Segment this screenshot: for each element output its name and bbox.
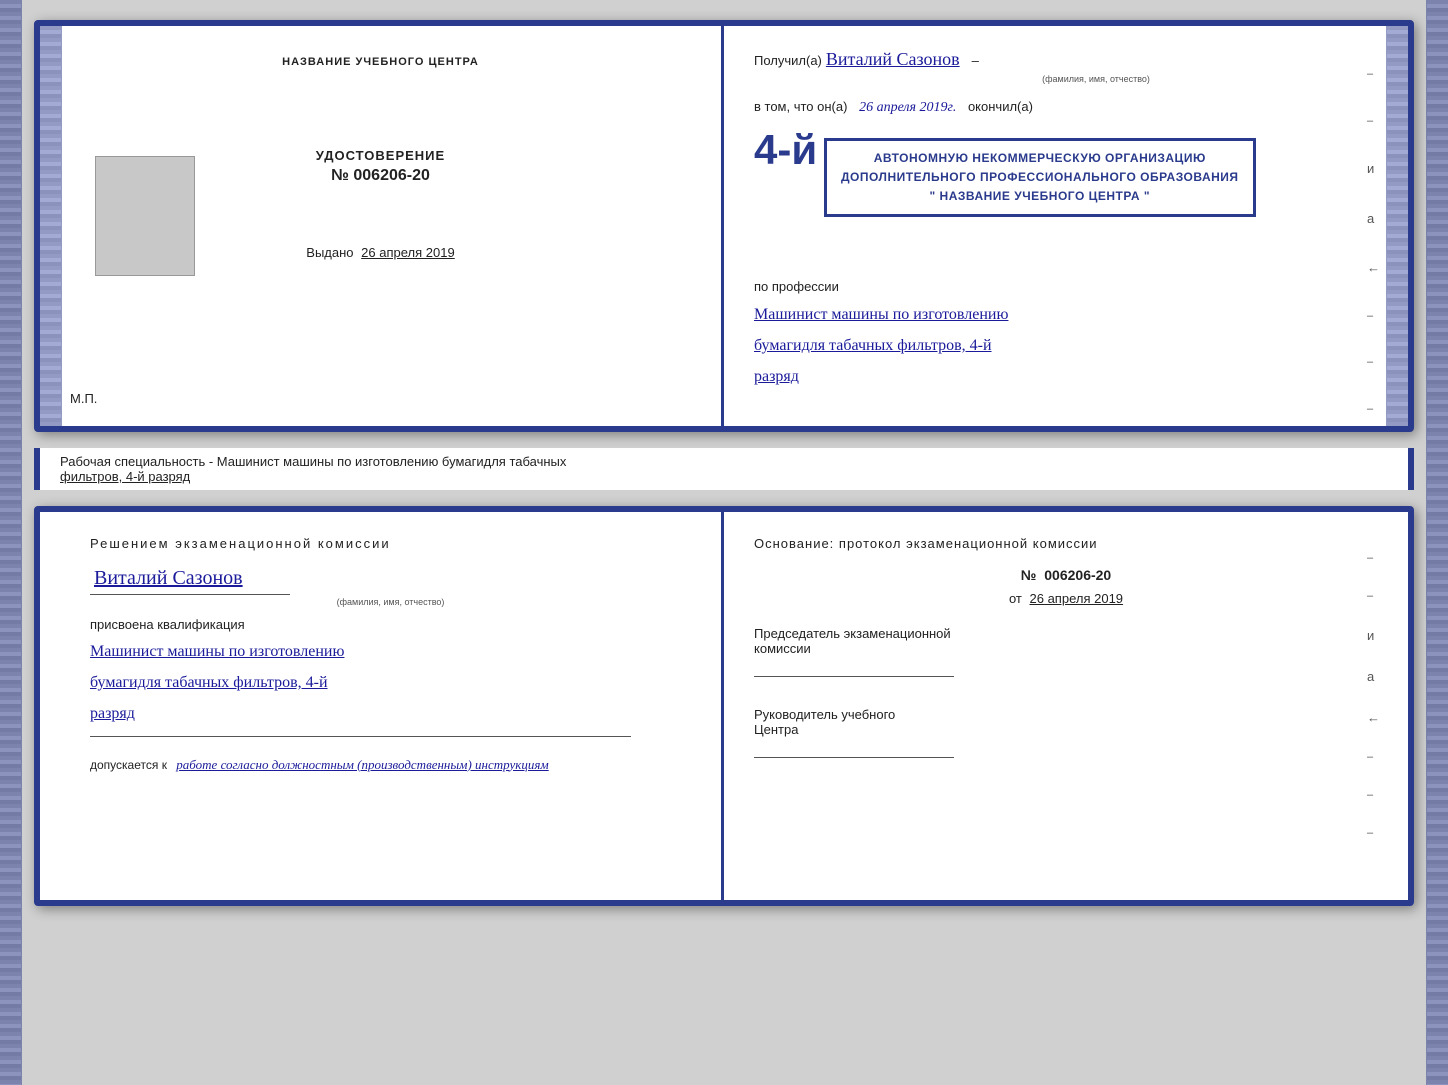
bottom-certificate-book: Решением экзаменационной комиссии Витали… xyxy=(34,506,1414,906)
dash-r3: – xyxy=(1367,308,1380,325)
dopuskaetsya-block: допускается к работе согласно должностны… xyxy=(90,757,691,773)
mp-label: М.П. xyxy=(70,391,97,406)
profession-line3: разряд xyxy=(754,363,1378,390)
vydano-line: Выдано 26 апреля 2019 xyxy=(306,245,454,260)
qual-underline xyxy=(90,736,631,737)
right-spine-decoration xyxy=(1386,26,1408,426)
number-prefix: № xyxy=(1021,567,1037,583)
dash: – xyxy=(972,51,979,71)
top-certificate-book: НАЗВАНИЕ УЧЕБНОГО ЦЕНТРА УДОСТОВЕРЕНИЕ №… xyxy=(34,20,1414,432)
i-label: и xyxy=(1367,159,1380,179)
ot-prefix: от xyxy=(1009,591,1022,606)
training-center-title: НАЗВАНИЕ УЧЕБНОГО ЦЕНТРА xyxy=(282,56,479,68)
bottom-book-right-page: Основание: протокол экзаменационной коми… xyxy=(724,512,1408,900)
a-label: а xyxy=(1367,209,1380,229)
okonchil-label: окончил(а) xyxy=(968,99,1033,114)
poluchil-line: Получил(а) Виталий Сазонов – (фамилия, и… xyxy=(754,46,1378,87)
person-block: Виталий Сазонов xyxy=(90,567,691,590)
dash-r4: – xyxy=(1367,354,1380,371)
qual-line1: Машинист машины по изготовлению xyxy=(90,638,691,665)
ot-date: 26 апреля 2019 xyxy=(1030,591,1124,606)
profession-line2: бумагидля табачных фильтров, 4-й xyxy=(754,332,1378,359)
rukovoditel-sign-line xyxy=(754,757,954,758)
vtom-date: 26 апреля 2019г. xyxy=(859,100,956,115)
recipient-name: Виталий Сазонов xyxy=(826,46,960,73)
right-side-labels: – – и а ← – – – xyxy=(1367,66,1380,417)
po-professii-block: по профессии Машинист машины по изготовл… xyxy=(754,277,1378,390)
qual-line3: разряд xyxy=(90,700,691,727)
dash-r3: – xyxy=(1367,751,1380,763)
profession-line1: Машинист машины по изготовлению xyxy=(754,301,1378,328)
stamp-line2: ДОПОЛНИТЕЛЬНОГО ПРОФЕССИОНАЛЬНОГО ОБРАЗО… xyxy=(841,168,1239,187)
dash-r1: – xyxy=(1367,66,1380,83)
chairman-label: Председатель экзаменационной xyxy=(754,626,1378,641)
dash-r2: – xyxy=(1367,590,1380,602)
dash-r1: – xyxy=(1367,552,1380,564)
chairman-sign-line xyxy=(754,676,954,677)
middle-label-bar: Рабочая специальность - Машинист машины … xyxy=(34,448,1414,490)
commission-label: комиссии xyxy=(754,641,1378,656)
stamp-line1: АВТОНОМНУЮ НЕКОММЕРЧЕСКУЮ ОРГАНИЗАЦИЮ xyxy=(841,149,1239,168)
middle-label-underline: фильтров, 4-й разряд xyxy=(60,469,190,484)
osnovaniye-label: Основание: протокол экзаменационной коми… xyxy=(754,536,1378,551)
dash-r5: – xyxy=(1367,827,1380,839)
vtom-block: в том, что он(а) 26 апреля 2019г. окончи… xyxy=(754,97,1378,118)
dash-r5: – xyxy=(1367,401,1380,418)
person-name: Виталий Сазонов xyxy=(94,567,243,589)
stamp-box: АВТОНОМНУЮ НЕКОММЕРЧЕСКУЮ ОРГАНИЗАЦИЮ ДО… xyxy=(824,138,1256,218)
vydano-label: Выдано xyxy=(306,245,353,260)
bottom-left-spine xyxy=(0,0,22,1085)
certificate-label: УДОСТОВЕРЕНИЕ xyxy=(316,148,445,163)
number-value: 006206-20 xyxy=(1044,567,1111,583)
dopuskaetsya-prefix: допускается к xyxy=(90,758,167,772)
poluchil-label: Получил(а) xyxy=(754,51,822,71)
po-professii-label: по профессии xyxy=(754,279,839,294)
top-book-right-page: Получил(а) Виталий Сазонов – (фамилия, и… xyxy=(724,26,1408,426)
i-label2: и xyxy=(1367,628,1380,643)
rukovoditel-block: Руководитель учебного Центра xyxy=(754,707,1378,758)
dash-r4: – xyxy=(1367,789,1380,801)
bottom-book-left-page: Решением экзаменационной комиссии Витали… xyxy=(40,512,724,900)
left-arrow2: ← xyxy=(1367,710,1380,725)
stamp-line3: " НАЗВАНИЕ УЧЕБНОГО ЦЕНТРА " xyxy=(841,187,1239,206)
middle-label-prefix: Рабочая специальность - Машинист машины … xyxy=(60,454,566,469)
person-caption-block: (фамилия, имя, отчество) xyxy=(90,594,691,607)
name-line xyxy=(90,594,290,595)
rukovoditel-line2: Центра xyxy=(754,722,1378,737)
ot-date-block: от 26 апреля 2019 xyxy=(754,591,1378,606)
right-side-labels-2: – – и а ← – – – xyxy=(1367,552,1380,839)
person-caption: (фамилия, имя, отчество) xyxy=(90,597,691,607)
bottom-right-spine xyxy=(1426,0,1448,1085)
vydano-date: 26 апреля 2019 xyxy=(361,245,455,260)
recipient-caption: (фамилия, имя, отчество) xyxy=(814,73,1378,87)
certificate-number: № 006206-20 xyxy=(316,167,445,185)
top-book-left-page: НАЗВАНИЕ УЧЕБНОГО ЦЕНТРА УДОСТОВЕРЕНИЕ №… xyxy=(40,26,724,426)
big-number: 4-й xyxy=(754,118,817,181)
rukovoditel-line1: Руководитель учебного xyxy=(754,707,1378,722)
certificate-block: УДОСТОВЕРЕНИЕ № 006206-20 xyxy=(316,148,445,185)
dopuskaetsya-text: работе согласно должностным (производств… xyxy=(176,757,548,772)
dash-r2: – xyxy=(1367,113,1380,130)
protocol-number-block: № 006206-20 xyxy=(754,567,1378,583)
vtom-prefix: в том, что он(а) xyxy=(754,99,847,114)
commission-title: Решением экзаменационной комиссии xyxy=(90,536,691,551)
qual-line2: бумагидля табачных фильтров, 4-й xyxy=(90,669,691,696)
left-arrow: ← xyxy=(1367,258,1380,278)
a-label2: а xyxy=(1367,669,1380,684)
photo-placeholder xyxy=(95,156,195,276)
stamp-area: 4-й АВТОНОМНУЮ НЕКОММЕРЧЕСКУЮ ОРГАНИЗАЦИ… xyxy=(754,128,1378,228)
chairman-block: Председатель экзаменационной комиссии xyxy=(754,626,1378,677)
prisvoena-label: присвоена квалификация xyxy=(90,617,691,632)
